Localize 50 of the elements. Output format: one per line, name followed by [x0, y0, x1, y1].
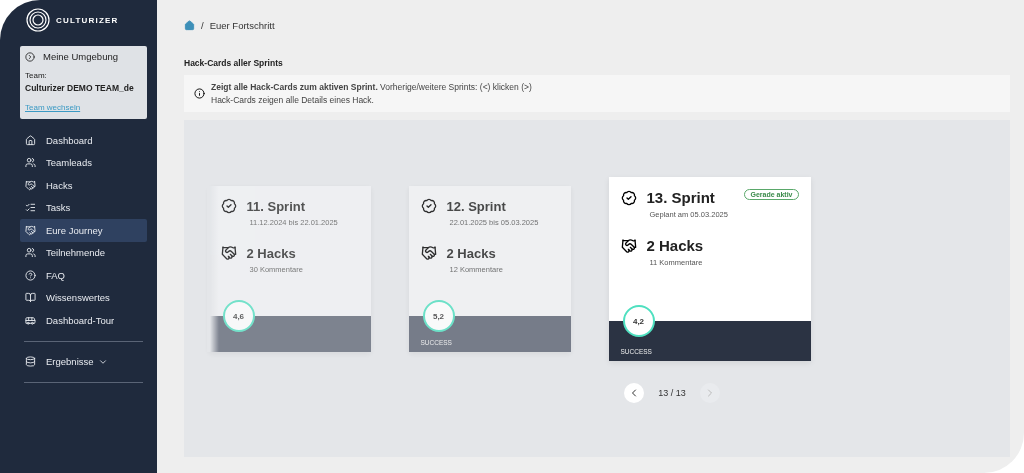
info-icon	[194, 88, 205, 99]
score-circle: 4,2	[622, 305, 655, 337]
team-name: Culturizer DEMO TEAM_de	[25, 83, 135, 93]
previous-button[interactable]	[624, 383, 645, 403]
info-subtext: Hack-Cards zeigen alle Details eines Hack.	[211, 95, 375, 105]
breadcrumb-separator: /	[201, 20, 204, 31]
sidebar-item[interactable]: Wissenswertes	[20, 286, 147, 309]
environment-title: Meine Umgebung	[43, 51, 118, 62]
sprint-title: 12. Sprint	[446, 198, 506, 214]
handshake-icon	[25, 179, 36, 191]
sidebar-item[interactable]: Teilnehmende	[20, 241, 147, 264]
check-badge-icon	[420, 198, 437, 214]
chevron-circle-icon	[25, 51, 35, 62]
database-icon	[25, 356, 36, 368]
sidebar-item[interactable]: Hacks	[20, 174, 147, 197]
book-icon	[25, 292, 36, 304]
team-label: Team:	[25, 71, 48, 80]
section-title: Hack-Cards aller Sprints	[184, 58, 284, 68]
sidebar-item[interactable]: Dashboard	[20, 129, 147, 152]
home-icon	[25, 134, 36, 146]
hacks-count: 2 Hacks	[246, 245, 296, 261]
check-badge-icon	[220, 198, 237, 214]
sprint-title: 11. Sprint	[246, 198, 306, 214]
logo-icon	[26, 8, 50, 32]
sidebar-item[interactable]: Eure Journey	[20, 219, 147, 242]
handshake-icon	[420, 245, 437, 261]
score-circle: 4,6	[222, 300, 255, 332]
breadcrumb-item: Euer Fortschritt	[209, 20, 275, 31]
page-indicator: 13 / 13	[658, 388, 686, 398]
sidebar-item[interactable]: FAQ	[20, 264, 147, 287]
bus-icon	[25, 314, 36, 326]
hacks-count: 2 Hacks	[446, 245, 496, 261]
sidebar-item[interactable]: Teamleads	[20, 151, 147, 174]
hacks-count: 2 Hacks	[646, 237, 704, 254]
handshake-icon	[620, 237, 637, 254]
home-icon[interactable]	[184, 20, 195, 31]
results-menu[interactable]: Ergebnisse	[20, 350, 147, 373]
checklist-icon	[25, 202, 36, 214]
check-badge-icon	[620, 189, 637, 206]
info-text: Zeigt alle Hack-Cards zum aktiven Sprint. Vorherige/weitere Sprints: (<) klicken (>)	[211, 82, 532, 92]
handshake-icon	[25, 224, 36, 236]
users-icon	[25, 157, 36, 169]
users-icon	[25, 247, 36, 259]
sprint-title: 13. Sprint	[646, 189, 715, 206]
score-circle: 5,2	[422, 300, 455, 332]
sidebar-item[interactable]: Tasks	[20, 196, 147, 219]
sidebar-item[interactable]: Dashboard-Tour	[20, 309, 147, 332]
handshake-icon	[220, 245, 237, 261]
logo-text: CULTURIZER	[56, 15, 119, 25]
help-icon	[25, 269, 36, 281]
